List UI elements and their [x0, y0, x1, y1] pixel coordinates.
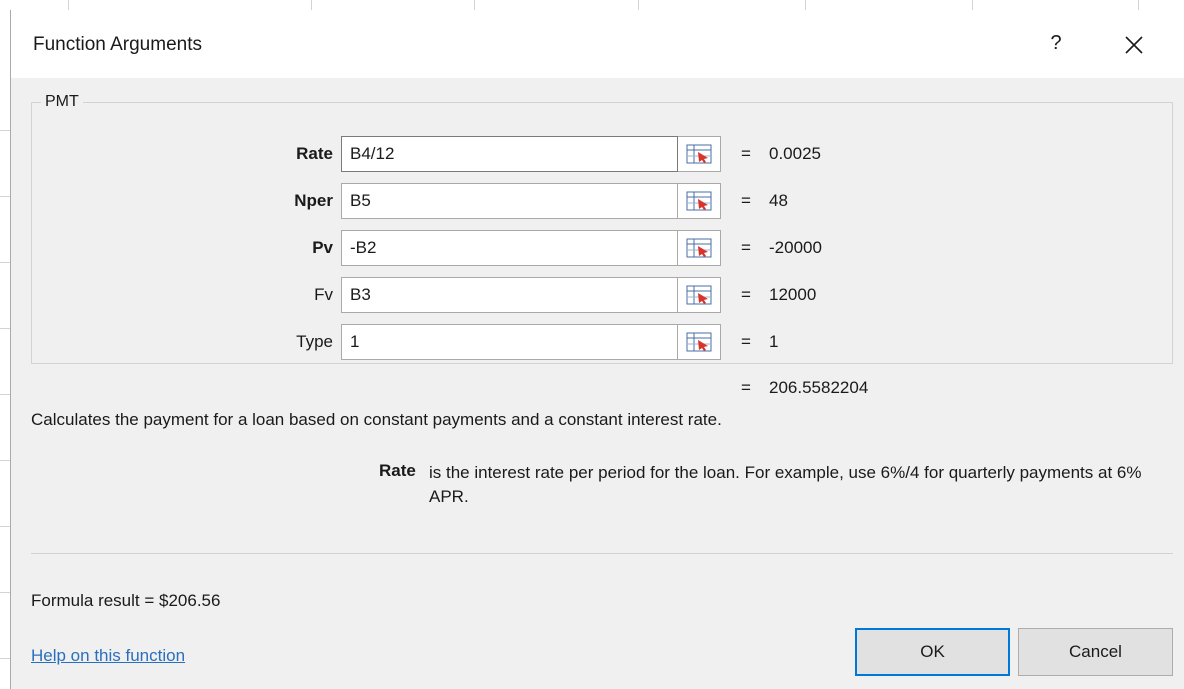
row-gridline: [0, 592, 10, 593]
argument-row-fv: Fv = 12000: [11, 277, 1184, 315]
row-gridline: [0, 262, 10, 263]
rate-input[interactable]: [341, 136, 678, 172]
row-gridline: [0, 460, 10, 461]
help-button[interactable]: ?: [1041, 28, 1071, 58]
argument-help-text: is the interest rate per period for the …: [429, 463, 1142, 506]
function-arguments-dialog: Function Arguments ? PMT Rate = 0.0025 N…: [10, 10, 1184, 689]
result-equals-sign: =: [741, 378, 751, 397]
function-description: Calculates the payment for a loan based …: [31, 410, 722, 429]
equals-sign: =: [741, 285, 751, 304]
column-gridline: [972, 0, 973, 10]
collapse-dialog-icon[interactable]: [678, 183, 721, 219]
column-gridline: [311, 0, 312, 10]
ok-button[interactable]: OK: [855, 628, 1010, 676]
collapse-dialog-icon[interactable]: [678, 277, 721, 313]
argument-row-nper: Nper = 48: [11, 183, 1184, 221]
dialog-title: Function Arguments: [33, 34, 202, 55]
argument-result: 0.0025: [769, 144, 821, 163]
collapse-dialog-icon[interactable]: [678, 324, 721, 360]
pv-input[interactable]: [341, 230, 678, 266]
function-result-value: 206.5582204: [769, 378, 869, 397]
column-gridline: [474, 0, 475, 10]
cancel-button[interactable]: Cancel: [1018, 628, 1173, 676]
argument-result: 1: [769, 332, 779, 351]
equals-sign: =: [741, 332, 751, 351]
function-name-label: PMT: [41, 93, 83, 111]
collapse-dialog-icon[interactable]: [678, 136, 721, 172]
row-gridline: [0, 394, 10, 395]
equals-sign: =: [741, 144, 751, 163]
close-icon[interactable]: [1117, 28, 1151, 62]
divider: [31, 553, 1173, 554]
argument-label: Rate: [296, 144, 333, 163]
fv-input[interactable]: [341, 277, 678, 313]
column-gridline: [638, 0, 639, 10]
argument-row-type: Type = 1: [11, 324, 1184, 362]
argument-result: 48: [769, 191, 788, 210]
argument-label: Fv: [314, 285, 333, 304]
argument-help-name: Rate: [379, 461, 416, 480]
argument-label: Type: [296, 332, 333, 351]
row-gridline: [0, 526, 10, 527]
type-input[interactable]: [341, 324, 678, 360]
argument-result: -20000: [769, 238, 822, 257]
equals-sign: =: [741, 238, 751, 257]
row-gridline: [0, 658, 10, 659]
row-gridline: [0, 130, 10, 131]
row-gridline: [0, 328, 10, 329]
column-gridline: [805, 0, 806, 10]
formula-result: Formula result = $206.56: [31, 591, 221, 610]
column-gridline: [1138, 0, 1139, 10]
collapse-dialog-icon[interactable]: [678, 230, 721, 266]
help-on-function-link[interactable]: Help on this function: [31, 646, 185, 666]
column-gridline: [68, 0, 69, 10]
row-gridline: [0, 196, 10, 197]
equals-sign: =: [741, 191, 751, 210]
title-bar[interactable]: Function Arguments ?: [11, 10, 1184, 78]
argument-row-pv: Pv = -20000: [11, 230, 1184, 268]
nper-input[interactable]: [341, 183, 678, 219]
argument-label: Pv: [312, 238, 333, 257]
argument-result: 12000: [769, 285, 817, 304]
argument-label: Nper: [294, 191, 333, 210]
argument-row-rate: Rate = 0.0025: [11, 136, 1184, 174]
